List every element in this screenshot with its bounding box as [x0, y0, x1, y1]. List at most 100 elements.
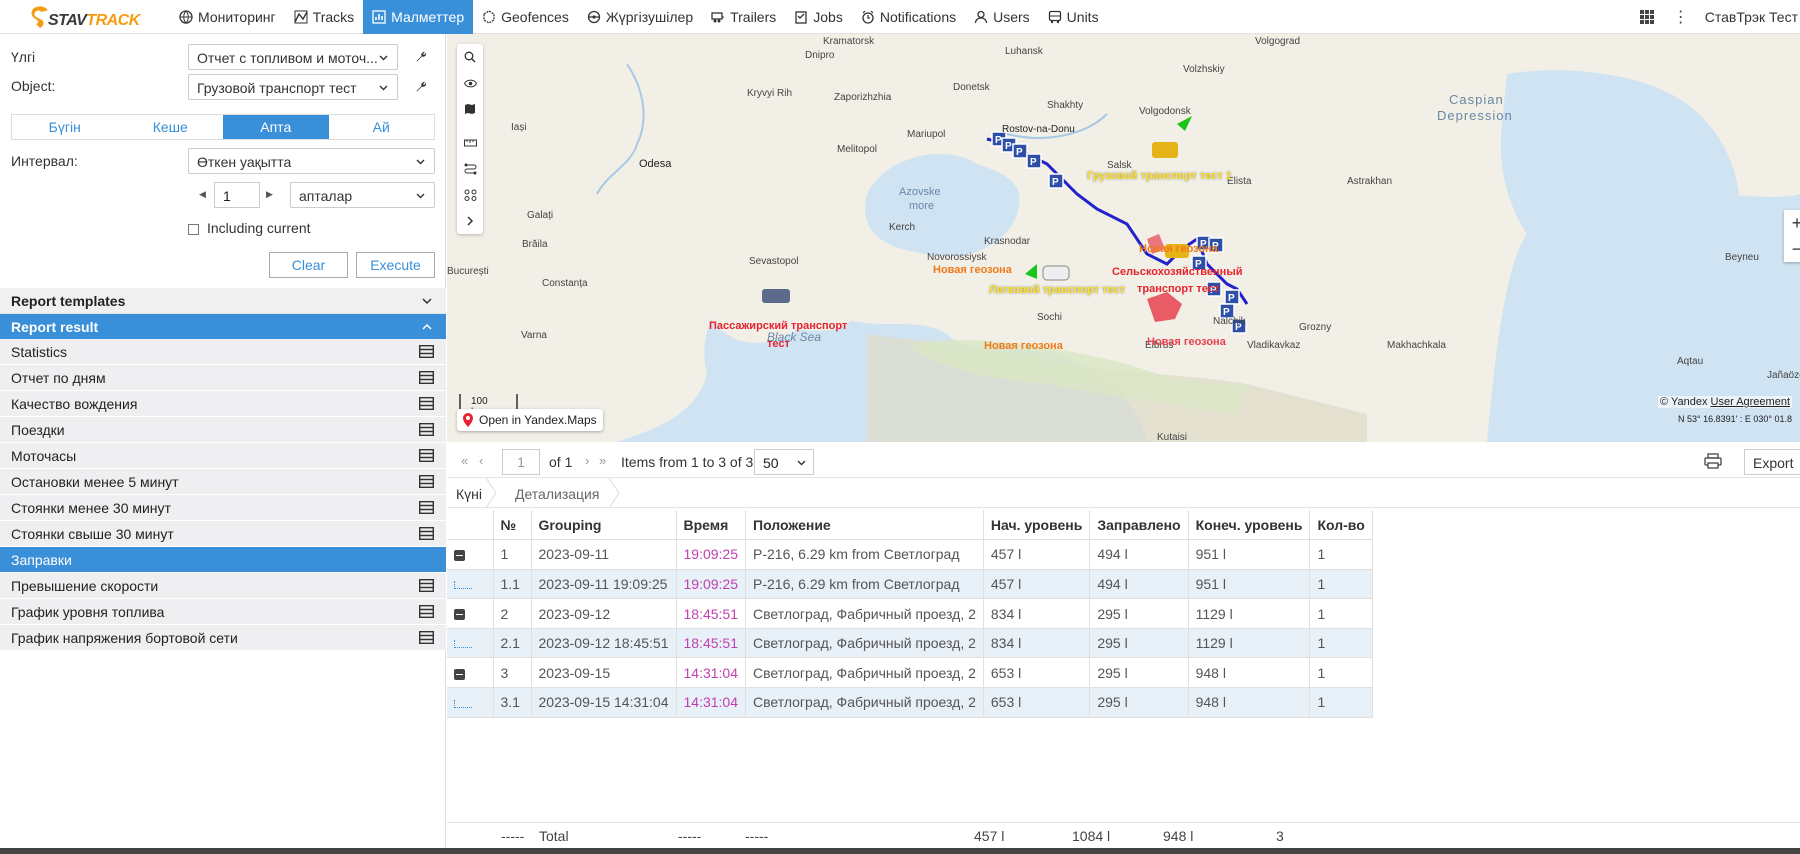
last-page-icon[interactable]: » — [599, 453, 606, 468]
result-item-stops-under-5[interactable]: Остановки менее 5 минут — [0, 469, 446, 495]
apps-grid-icon[interactable] — [1639, 9, 1655, 25]
result-item-parking-under-30[interactable]: Стоянки менее 30 минут — [0, 495, 446, 521]
col-count[interactable]: Кол-во — [1309, 510, 1373, 541]
result-item-driving-quality[interactable]: Качество вождения — [0, 391, 446, 417]
collapse-icon[interactable] — [454, 609, 465, 621]
table-icon[interactable] — [419, 605, 434, 618]
result-item-fuel-chart[interactable]: График уровня топлива — [0, 599, 446, 625]
clear-button[interactable]: Clear — [269, 252, 348, 278]
map-view[interactable]: PPPPP PPPPPPP Kramatorsk Dnipro Luhansk … — [447, 34, 1800, 442]
decrement-icon[interactable]: ◀ — [199, 189, 206, 200]
result-item-trips[interactable]: Поездки — [0, 417, 446, 443]
col-position[interactable]: Положение — [745, 510, 984, 541]
eye-icon[interactable] — [457, 70, 483, 96]
nodes-icon[interactable] — [457, 182, 483, 208]
interval-count-input[interactable]: 1 — [214, 182, 260, 208]
report-result-header[interactable]: Report result — [0, 314, 446, 340]
period-today[interactable]: Бүгін — [12, 115, 118, 139]
col-grouping[interactable]: Grouping — [531, 510, 677, 541]
table-icon[interactable] — [419, 345, 434, 358]
col-end-level[interactable]: Конеч. уровень — [1188, 510, 1311, 541]
collapse-toggle[interactable] — [447, 598, 494, 629]
collapse-toggle[interactable] — [447, 539, 494, 570]
crumb-details[interactable]: Детализация — [515, 486, 599, 502]
col-time[interactable]: Время — [676, 510, 746, 541]
nav-notifications[interactable]: Notifications — [852, 0, 965, 34]
nav-trailers[interactable]: Trailers — [702, 0, 785, 34]
cell-time: 18:45:51 — [676, 628, 746, 659]
print-icon[interactable] — [1704, 453, 1722, 469]
nav-users[interactable]: Users — [965, 0, 1039, 34]
table-row[interactable]: 1 2023-09-11 19:09:25 P-216, 6.29 km fro… — [447, 539, 1373, 570]
collapse-icon[interactable] — [454, 550, 465, 562]
table-icon[interactable] — [419, 475, 434, 488]
table-row[interactable]: 2 2023-09-12 18:45:51 Светлоград, Фабрич… — [447, 598, 1373, 629]
next-page-icon[interactable]: › — [585, 453, 589, 468]
map-search-icon[interactable] — [457, 44, 483, 70]
nav-tracks[interactable]: Tracks — [285, 0, 363, 34]
result-item-statistics[interactable]: Statistics — [0, 339, 446, 365]
period-yesterday[interactable]: Кеше — [118, 115, 224, 139]
table-icon[interactable] — [419, 371, 434, 384]
object-select[interactable]: Грузовой транспорт тест — [188, 74, 398, 100]
col-start-level[interactable]: Нач. уровень — [983, 510, 1091, 541]
table-icon[interactable] — [419, 527, 434, 540]
more-menu-icon[interactable]: ⋮ — [1673, 7, 1689, 27]
nav-jobs[interactable]: Jobs — [785, 0, 852, 34]
map-layers-icon[interactable] — [457, 96, 483, 122]
open-in-yandex-maps-button[interactable]: Open in Yandex.Maps — [457, 409, 603, 431]
map-canvas[interactable]: PPPPP P PPPPPP — [447, 34, 1800, 442]
collapse-icon[interactable] — [454, 668, 465, 680]
table-icon[interactable] — [419, 397, 434, 410]
collapse-toggle[interactable] — [447, 657, 494, 689]
prev-page-icon[interactable]: ‹ — [479, 453, 483, 468]
nav-units[interactable]: Units — [1039, 0, 1108, 34]
zoom-in-button[interactable]: + — [1784, 210, 1800, 236]
table-icon[interactable] — [419, 631, 434, 644]
zoom-out-button[interactable]: − — [1784, 236, 1800, 262]
including-current-checkbox[interactable] — [188, 224, 199, 235]
col-number[interactable]: № — [493, 510, 532, 541]
ruler-icon[interactable] — [457, 130, 483, 156]
nav-drivers[interactable]: Жүргізушілер — [578, 0, 702, 34]
increment-icon[interactable]: ▶ — [266, 189, 273, 200]
crumb-days[interactable]: Күні — [456, 486, 482, 502]
user-name[interactable]: СтавТрэк Тест — [1705, 9, 1798, 25]
table-icon[interactable] — [419, 449, 434, 462]
table-row[interactable]: 3 2023-09-15 14:31:04 Светлоград, Фабрич… — [447, 657, 1373, 689]
nav-reports[interactable]: Малметтер — [363, 0, 474, 34]
table-icon[interactable] — [419, 579, 434, 592]
table-row[interactable]: 3.1 2023-09-15 14:31:04 14:31:04 Светлог… — [447, 687, 1373, 718]
report-templates-header[interactable]: Report templates — [0, 288, 446, 314]
interval-unit-select[interactable]: апталар — [290, 182, 435, 208]
col-filled[interactable]: Заправлено — [1089, 510, 1189, 541]
period-selector: Бүгін Кеше Апта Ай — [11, 114, 435, 140]
result-item-speeding[interactable]: Превышение скорости — [0, 573, 446, 599]
page-number-input[interactable]: 1 — [502, 449, 540, 475]
table-row[interactable]: 2.1 2023-09-12 18:45:51 18:45:51 Светлог… — [447, 628, 1373, 659]
result-item-by-days[interactable]: Отчет по дням — [0, 365, 446, 391]
export-select[interactable]: Export — [1744, 449, 1800, 475]
result-item-refuelings[interactable]: Заправки — [0, 547, 446, 573]
wrench-icon[interactable] — [414, 50, 428, 64]
chevron-right-icon[interactable] — [457, 208, 483, 234]
route-icon[interactable] — [457, 156, 483, 182]
table-icon[interactable] — [419, 501, 434, 514]
first-page-icon[interactable]: « — [461, 453, 468, 468]
interval-select[interactable]: Өткен уақытта — [188, 148, 435, 174]
period-month[interactable]: Ай — [329, 115, 435, 139]
result-item-engine-hours[interactable]: Моточасы — [0, 443, 446, 469]
page-size-select[interactable]: 50 — [754, 449, 814, 475]
template-select[interactable]: Отчет с топливом и моточ... — [188, 44, 398, 70]
nav-geofences[interactable]: Geofences — [473, 0, 578, 34]
result-item-voltage-chart[interactable]: График напряжения бортовой сети — [0, 625, 446, 651]
period-week[interactable]: Апта — [223, 115, 329, 139]
result-item-parking-over-30[interactable]: Стоянки свыше 30 минут — [0, 521, 446, 547]
wrench-icon[interactable] — [414, 80, 428, 94]
table-icon[interactable] — [419, 423, 434, 436]
user-agreement-link[interactable]: User Agreement — [1711, 396, 1790, 408]
nav-monitoring[interactable]: Мониторинг — [170, 0, 285, 34]
stavtrack-logo[interactable]: STAVTRACK — [0, 0, 170, 34]
table-row[interactable]: 1.1 2023-09-11 19:09:25 19:09:25 P-216, … — [447, 569, 1373, 600]
execute-button[interactable]: Execute — [356, 252, 435, 278]
